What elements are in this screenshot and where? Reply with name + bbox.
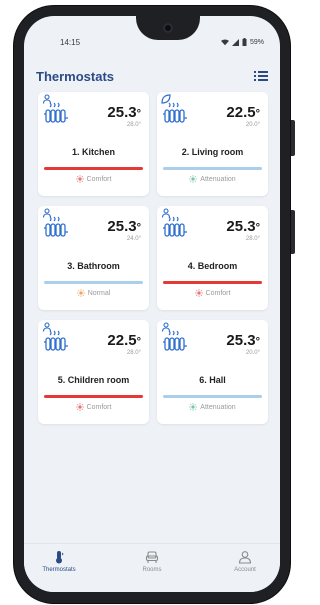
temperature-unit: °: [136, 108, 141, 120]
thermometer-icon: [56, 551, 64, 564]
mode-bar: [44, 281, 143, 284]
radiator-icon: [163, 330, 187, 351]
mode-label: Comfort: [38, 175, 149, 183]
mode-text: Comfort: [86, 403, 112, 411]
thermostat-card[interactable]: 25.3° 28.0° 4. Bedroom Comfort: [157, 206, 268, 310]
radiator-icon: [44, 216, 68, 237]
armchair-icon: [145, 551, 159, 563]
sun-icon: [189, 403, 198, 411]
current-temperature: 25.3°: [107, 104, 141, 121]
mode-label: Attenuation: [157, 403, 268, 411]
current-temperature: 22.5°: [226, 104, 260, 121]
sun-icon: [194, 289, 203, 297]
temperature-value: 22.5: [107, 332, 137, 349]
current-temperature: 25.3°: [226, 332, 260, 349]
thermostat-card[interactable]: 22.5° 28.0° 5. Children room Comfort: [38, 320, 149, 424]
list-menu-icon[interactable]: [254, 70, 268, 82]
mode-bar: [163, 167, 262, 170]
temperature-value: 25.3: [107, 218, 137, 235]
bottom-navigation: Thermostats Rooms Account: [24, 543, 280, 592]
mode-bar: [163, 395, 262, 398]
sun-icon: [75, 175, 84, 183]
mode-bar: [163, 281, 262, 284]
current-temperature: 25.3°: [226, 218, 260, 235]
mode-bar: [44, 167, 143, 170]
thermostat-card[interactable]: 25.3° 20.0° 6. Hall Attenuation: [157, 320, 268, 424]
temperature-value: 25.3: [107, 104, 137, 121]
mode-text: Comfort: [205, 289, 231, 297]
volume-button: [291, 120, 295, 156]
user-icon: [238, 551, 252, 564]
page-title: Thermostats: [36, 68, 115, 84]
mode-text: Attenuation: [200, 175, 236, 183]
temperature-unit: °: [136, 222, 141, 234]
radiator-icon: [44, 102, 68, 123]
sun-icon: [189, 175, 198, 183]
room-name: 1. Kitchen: [71, 147, 115, 157]
temperature-value: 25.3: [226, 332, 256, 349]
radiator-icon: [44, 330, 68, 351]
nav-thermostats-label: Thermostats: [42, 567, 76, 573]
battery-level: 59%: [249, 38, 264, 46]
nav-account-label: Account: [234, 567, 256, 573]
target-temperature: 24.0°: [126, 236, 141, 242]
status-icons: 59%: [220, 38, 264, 46]
temperature-value: 22.5: [226, 104, 256, 121]
thermostat-card[interactable]: 25.3° 28.0° 1. Kitchen Comfort: [38, 92, 149, 196]
nav-account[interactable]: Account: [210, 550, 280, 573]
target-temperature: 28.0°: [245, 236, 260, 242]
mode-text: Normal: [87, 289, 111, 297]
temperature-unit: °: [136, 336, 141, 348]
battery-icon: [242, 38, 247, 46]
nav-thermostats[interactable]: Thermostats: [24, 550, 94, 573]
sun-icon: [75, 403, 84, 411]
current-temperature: 22.5°: [107, 332, 141, 349]
mode-label: Normal: [38, 289, 149, 297]
radiator-icon: [163, 102, 187, 123]
room-name: 2. Living room: [181, 147, 244, 157]
thermostat-card[interactable]: 22.5° 20.0° 2. Living room Attenuation: [157, 92, 268, 196]
mode-label: Comfort: [157, 289, 268, 297]
wifi-icon: [220, 39, 229, 45]
sun-icon: [76, 289, 85, 297]
room-name: 6. Hall: [199, 375, 226, 385]
temperature-value: 25.3: [226, 218, 256, 235]
status-time: 14:15: [60, 38, 81, 47]
app-bar: Thermostats: [36, 64, 268, 88]
camera-icon: [163, 23, 173, 33]
mode-label: Attenuation: [157, 175, 268, 183]
temperature-unit: °: [255, 222, 260, 234]
mode-label: Comfort: [38, 403, 149, 411]
radiator-icon: [163, 216, 187, 237]
signal-icon: [231, 38, 239, 46]
target-temperature: 28.0°: [126, 350, 141, 356]
mode-bar: [44, 395, 143, 398]
target-temperature: 20.0°: [245, 122, 260, 128]
power-button: [291, 210, 295, 254]
target-temperature: 20.0°: [245, 350, 260, 356]
thermostat-card[interactable]: 25.3° 24.0° 3. Bathroom Normal: [38, 206, 149, 310]
room-name: 5. Children room: [57, 375, 130, 385]
mode-text: Attenuation: [200, 403, 236, 411]
screen: 14:15 59% Thermostats 25.3° 28.0° 1. Kit…: [24, 16, 280, 592]
temperature-unit: °: [255, 108, 260, 120]
temperature-unit: °: [255, 336, 260, 348]
mode-text: Comfort: [86, 175, 112, 183]
current-temperature: 25.3°: [107, 218, 141, 235]
nav-rooms-label: Rooms: [142, 567, 162, 573]
nav-rooms[interactable]: Rooms: [117, 550, 187, 573]
room-name: 3. Bathroom: [67, 261, 120, 271]
target-temperature: 28.0°: [126, 122, 141, 128]
room-name: 4. Bedroom: [187, 261, 238, 271]
